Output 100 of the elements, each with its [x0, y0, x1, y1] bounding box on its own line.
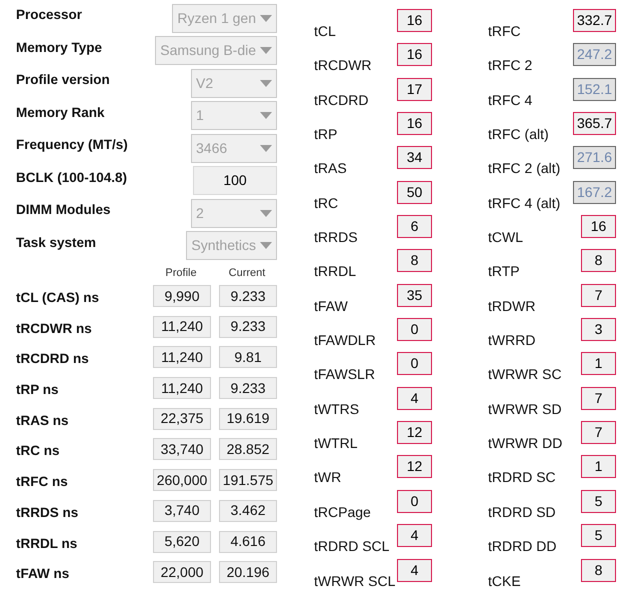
timing-field[interactable]: 34 [397, 146, 432, 170]
timing-field[interactable]: 6 [397, 215, 432, 238]
row-label: tRCDWR ns [16, 320, 92, 338]
timing-label: tRFC 2 (alt) [488, 159, 560, 178]
row-label: tCL (CAS) ns [16, 289, 99, 307]
input-field[interactable]: 100 [193, 166, 277, 196]
timing-field[interactable]: 8 [581, 558, 616, 582]
timing-label: tRC [314, 194, 338, 213]
row-label: tRRDS ns [16, 504, 78, 522]
row-label: tRC ns [16, 442, 60, 460]
current-cell: 9.233 [219, 285, 277, 307]
caret-icon [260, 210, 272, 217]
caret-icon [260, 80, 272, 87]
timing-label: tRFC 4 (alt) [488, 194, 560, 213]
current-cell: 191.575 [219, 469, 277, 492]
timing-field[interactable]: 8 [397, 249, 432, 272]
timing-label: tWRWR SC [488, 365, 562, 384]
timing-field[interactable]: 1 [581, 455, 616, 478]
setting-label: Memory Rank [16, 104, 105, 122]
timing-field[interactable]: 16 [581, 215, 616, 238]
profile-cell: 3,740 [153, 500, 211, 522]
setting-label: Task system [16, 234, 96, 252]
row-label: tRRDL ns [16, 534, 78, 552]
timing-field[interactable]: 0 [397, 490, 432, 513]
profile-cell: 11,240 [153, 316, 211, 338]
timing-field[interactable]: 8 [581, 249, 616, 272]
profile-cell: 33,740 [153, 438, 211, 460]
timing-label: tRCPage [314, 502, 371, 522]
timing-label: tCL [314, 22, 336, 41]
profile-cell: 9,990 [153, 285, 211, 307]
timing-field[interactable]: 4 [397, 386, 432, 410]
timing-field[interactable]: 16 [397, 9, 432, 32]
timing-field[interactable]: 12 [397, 421, 432, 444]
timing-label: tRRDL [314, 262, 356, 282]
timing-label: tWRWR SD [488, 400, 562, 419]
timing-field[interactable]: 16 [397, 43, 432, 66]
profile-cell: 22,000 [153, 561, 211, 584]
timing-label: tFAWDLR [314, 331, 376, 350]
timing-field[interactable]: 12 [397, 455, 432, 478]
timing-field[interactable]: 7 [581, 386, 616, 410]
setting-label: Profile version [16, 71, 110, 89]
timing-label: tRFC (alt) [488, 125, 549, 144]
setting-label: BCLK (100-104.8) [16, 168, 128, 187]
timing-field[interactable]: 5 [581, 524, 616, 548]
timing-field[interactable]: 50 [397, 180, 432, 204]
row-label: tFAW ns [16, 565, 70, 584]
timing-label: tWR [314, 468, 342, 488]
caret-icon [260, 47, 272, 54]
timing-label: tRDRD SC [488, 468, 556, 488]
timing-field[interactable]: 0 [397, 318, 432, 342]
row-label: tRCDRD ns [16, 350, 89, 368]
timing-label: tWRRD [488, 331, 536, 350]
caret-icon [260, 144, 272, 152]
timing-field[interactable]: 35 [397, 284, 432, 307]
timing-field[interactable]: 4 [397, 558, 432, 582]
timing-label: tFAW [314, 296, 348, 316]
timing-field[interactable]: 4 [397, 524, 432, 548]
current-cell: 9.81 [219, 346, 277, 368]
current-cell: 28.852 [219, 438, 277, 460]
timing-label: tWTRS [314, 400, 360, 419]
setting-label: Memory Type [16, 38, 102, 57]
timing-label: tWTRL [314, 434, 358, 454]
timing-field[interactable]: 16 [397, 112, 432, 136]
timing-label: tRRDS [314, 228, 358, 248]
timing-field[interactable]: 5 [581, 490, 616, 513]
timing-label: tRFC 2 [488, 56, 532, 76]
current-cell: 9.233 [219, 316, 277, 338]
timing-field[interactable]: 7 [581, 284, 616, 307]
profile-cell: 11,240 [153, 377, 211, 400]
timing-label: tRFC [488, 22, 521, 41]
timing-label: tWRWR SCL [314, 572, 396, 590]
timing-label: tRTP [488, 262, 520, 282]
current-cell: 9.233 [219, 377, 277, 400]
profile-cell: 5,620 [153, 530, 211, 552]
caret-icon [260, 14, 272, 22]
timing-field[interactable]: 1 [581, 352, 616, 376]
setting-label: Processor [16, 6, 82, 24]
timing-field[interactable]: 0 [397, 352, 432, 376]
setting-label: Frequency (MT/s) [16, 136, 128, 154]
timing-field[interactable]: 3 [581, 318, 616, 342]
timing-label: tRCDWR [314, 56, 372, 76]
timing-label: tRDWR [488, 296, 536, 316]
timing-label: tWRWR DD [488, 434, 562, 454]
caret-icon [260, 242, 272, 250]
column-header: Profile [164, 266, 198, 281]
timing-label: tRDRD SD [488, 502, 556, 522]
timing-label: tCKE [488, 572, 521, 590]
profile-cell: 11,240 [153, 346, 211, 368]
timing-field[interactable]: 17 [397, 78, 432, 101]
timing-label: tCWL [488, 228, 523, 248]
timing-field[interactable]: 7 [581, 421, 616, 444]
timing-field[interactable]: 332.7 [572, 9, 616, 32]
profile-cell: 260,000 [153, 469, 211, 492]
timing-label: tFAWSLR [314, 365, 375, 384]
timing-field[interactable]: 365.7 [572, 112, 616, 136]
current-cell: 19.619 [219, 408, 277, 430]
caret-icon [260, 112, 272, 120]
current-cell: 4.616 [219, 530, 277, 552]
timing-label: tRAS [314, 159, 347, 178]
setting-label: DIMM Modules [16, 201, 110, 219]
